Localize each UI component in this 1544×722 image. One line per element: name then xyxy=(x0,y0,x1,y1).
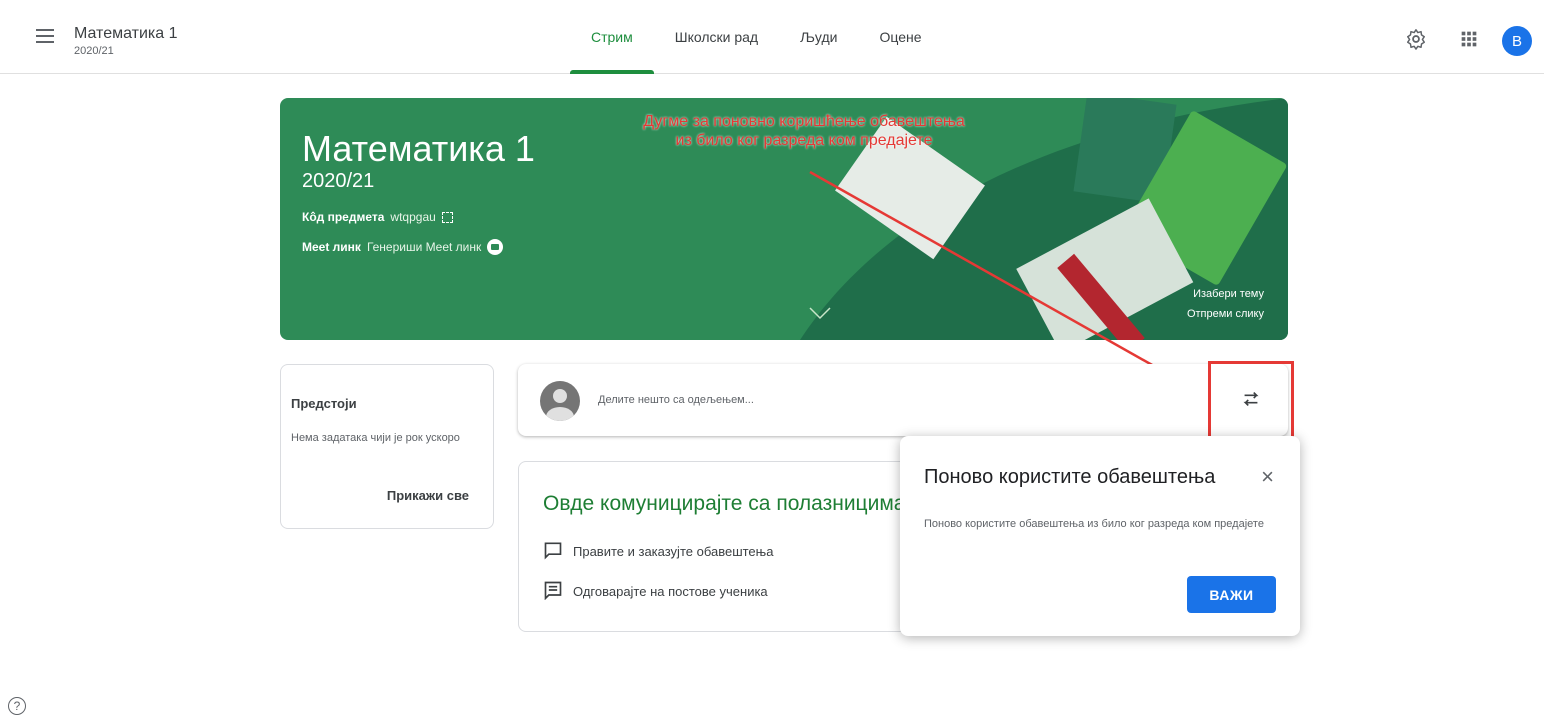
banner-actions: Изабери тему Отпреми слику xyxy=(1187,284,1264,324)
top-app-bar: Математика 1 2020/21 Стрим Школски рад Љ… xyxy=(0,0,1544,74)
upcoming-title: Предстоји xyxy=(291,396,357,411)
upload-photo-link[interactable]: Отпреми слику xyxy=(1187,304,1264,324)
upcoming-text: Нема задатака чији је рок ускоро xyxy=(291,432,460,444)
share-box[interactable]: Делите нешто са одељењем... xyxy=(518,364,1288,436)
message-icon xyxy=(543,580,563,603)
tab-stream[interactable]: Стрим xyxy=(570,0,654,74)
settings-icon[interactable] xyxy=(1405,28,1427,50)
tab-bar: Стрим Школски рад Људи Оцене xyxy=(570,0,943,74)
user-avatar xyxy=(540,381,580,421)
comm-item-label: Правите и заказујте обавештења xyxy=(573,544,774,559)
menu-icon[interactable] xyxy=(34,26,56,48)
annotation-text: Дугме за поновно коришћење обавештења из… xyxy=(600,112,1008,150)
ok-button[interactable]: ВАЖИ xyxy=(1187,576,1276,613)
popup-text: Поново користите обавештења из било ког … xyxy=(924,518,1264,530)
choose-theme-link[interactable]: Изабери тему xyxy=(1187,284,1264,304)
communicate-title: Овде комуницирајте са полазницима xyxy=(543,492,906,515)
tab-people[interactable]: Људи xyxy=(779,0,858,74)
share-placeholder[interactable]: Делите нешто са одељењем... xyxy=(598,394,754,406)
annotation-line-1: Дугме за поновно коришћење обавештења xyxy=(643,113,965,130)
apps-grid-icon[interactable] xyxy=(1458,28,1480,50)
class-code-label: Кôд предмета xyxy=(302,210,385,224)
account-avatar[interactable]: В xyxy=(1502,26,1532,56)
class-subtitle: 2020/21 xyxy=(74,45,114,57)
upcoming-card: Предстоји Нема задатака чији је рок уско… xyxy=(280,364,494,529)
comm-item-label: Одговарајте на постове ученика xyxy=(573,584,768,599)
class-title[interactable]: Математика 1 xyxy=(74,25,178,43)
class-code-value: wtqpgau xyxy=(390,210,436,224)
help-icon[interactable]: ? xyxy=(8,697,26,715)
generate-meet-link[interactable]: Генериши Meet линк xyxy=(367,240,481,254)
meet-link-row: Meet линк Генериши Meet линк xyxy=(302,239,504,255)
banner-class-title: Математика 1 xyxy=(302,128,535,169)
annotation-line-2: из било ког разреда ком предајете xyxy=(675,132,933,149)
close-icon[interactable]: × xyxy=(1261,464,1274,490)
class-code-row: Кôд предмета wtqpgau xyxy=(302,210,453,224)
fullscreen-icon[interactable] xyxy=(441,211,453,223)
comm-item-announcements: Правите и заказујте обавештења xyxy=(543,540,773,563)
view-all-link[interactable]: Прикажи све xyxy=(387,488,469,503)
popup-title: Поново користите обавештења xyxy=(924,466,1216,488)
comm-item-replies: Одговарајте на постове ученика xyxy=(543,580,768,603)
tab-grades[interactable]: Оцене xyxy=(858,0,942,74)
banner-class-year: 2020/21 xyxy=(302,170,375,192)
annotation-highlight-box xyxy=(1208,361,1294,440)
meet-icon[interactable] xyxy=(487,239,504,255)
meet-link-label: Meet линк xyxy=(302,240,361,254)
reuse-post-popup: Поново користите обавештења × Поново кор… xyxy=(900,436,1300,636)
comment-icon xyxy=(543,540,563,563)
tab-classwork[interactable]: Школски рад xyxy=(654,0,779,74)
